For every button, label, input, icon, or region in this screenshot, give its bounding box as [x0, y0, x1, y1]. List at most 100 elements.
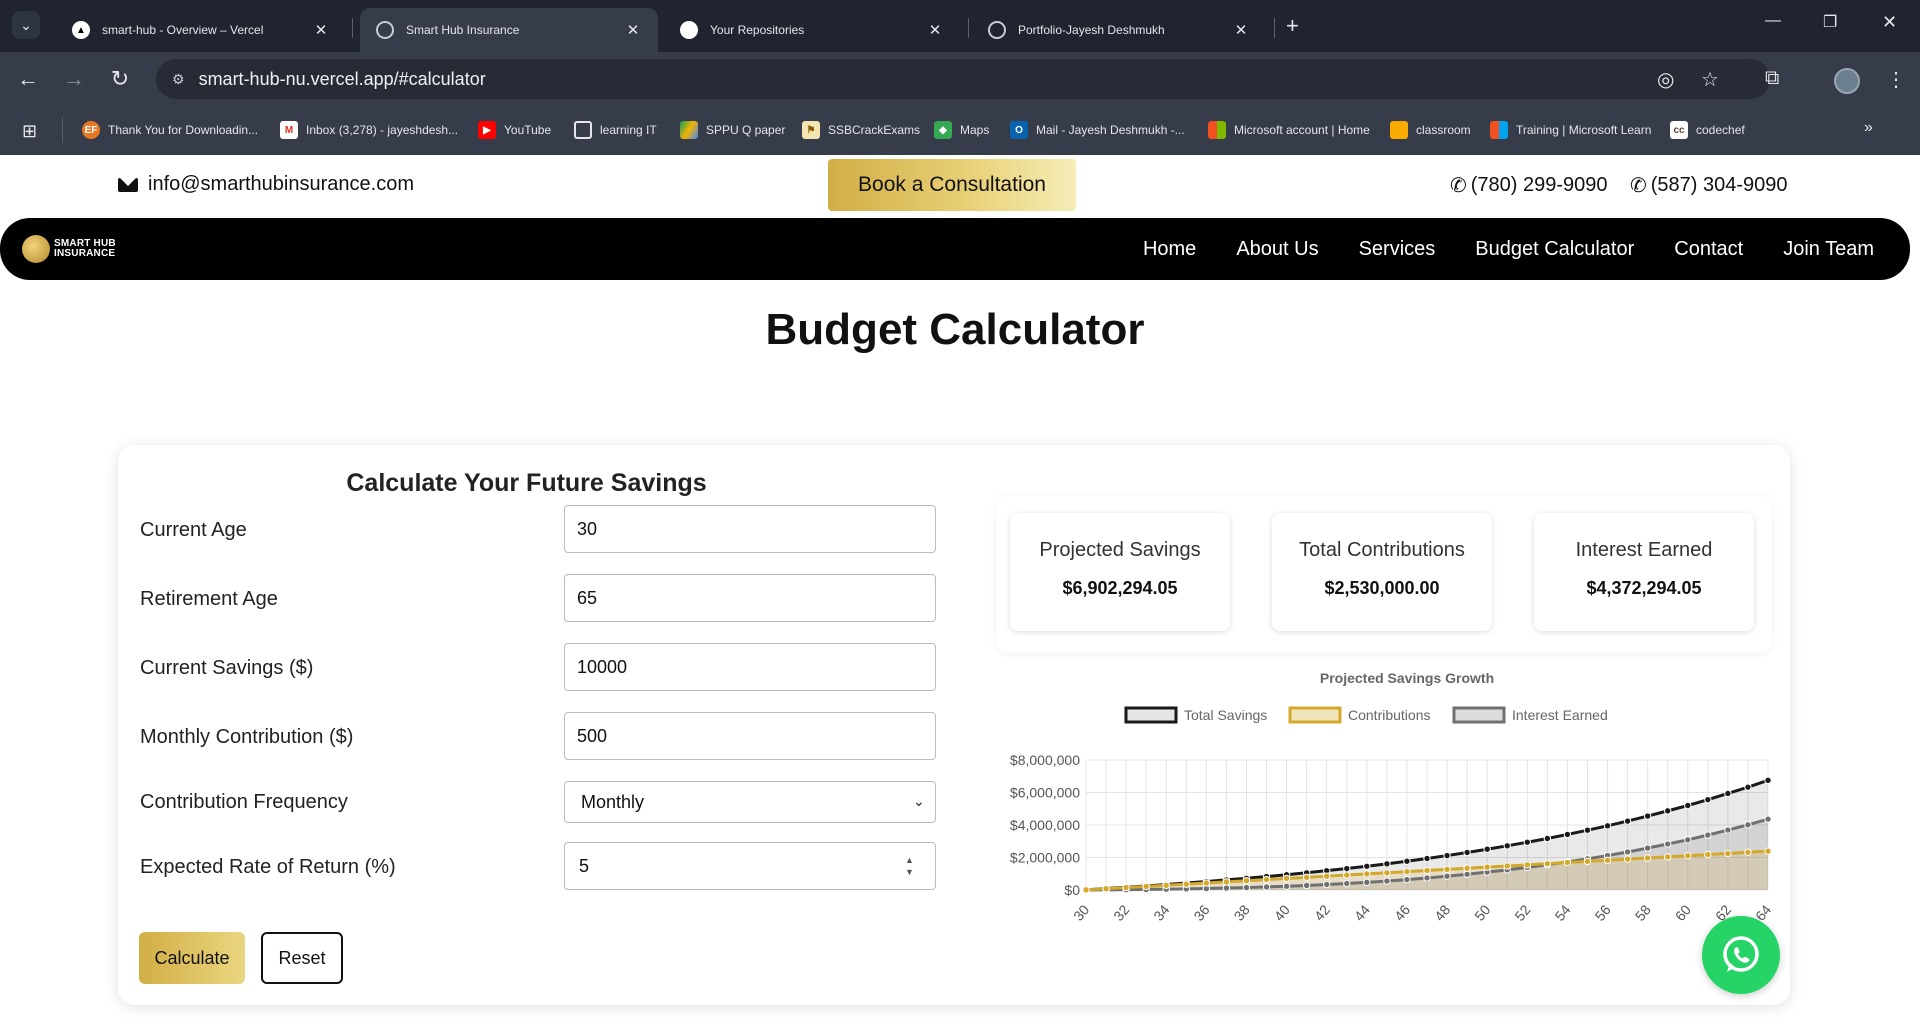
stepper-icon[interactable]: ▲ ▼ — [905, 854, 914, 878]
whatsapp-button[interactable] — [1702, 916, 1780, 994]
apps-icon[interactable]: ⊞ — [22, 121, 37, 142]
bookmark-item[interactable]: ◆ Maps — [934, 121, 989, 139]
data-point — [1343, 864, 1351, 873]
bookmark-item[interactable]: Training | Microsoft Learn — [1490, 121, 1651, 139]
y-tick-label: $0 — [1064, 882, 1080, 898]
menu-icon[interactable]: ⋮ — [1886, 67, 1906, 92]
data-point — [1262, 883, 1271, 891]
legend-label: Total Savings — [1184, 707, 1267, 723]
email-text: info@smarthubinsurance.com — [148, 173, 414, 195]
nav-home[interactable]: Home — [1143, 238, 1196, 261]
rate-of-return-input[interactable] — [564, 842, 936, 890]
close-icon[interactable]: ✕ — [624, 21, 642, 39]
tab-title: Portfolio-Jayesh Deshmukh — [1018, 23, 1165, 37]
chevron-down-icon: ⌄ — [913, 793, 925, 809]
calculate-button[interactable]: Calculate — [139, 932, 245, 984]
retirement-age-input[interactable] — [564, 574, 936, 622]
data-point — [1202, 879, 1211, 887]
eye-off-icon[interactable]: ◎ — [1657, 67, 1674, 92]
new-tab-icon[interactable]: + — [1286, 13, 1299, 39]
data-point — [1122, 883, 1130, 892]
bookmark-item[interactable]: EF Thank You for Downloadin... — [82, 121, 258, 139]
data-point — [1363, 862, 1371, 870]
bookmark-item[interactable]: learning IT — [574, 121, 657, 139]
data-point — [1523, 861, 1531, 869]
legend-swatch — [1124, 706, 1178, 724]
monthly-contribution-input[interactable] — [564, 712, 936, 760]
tab-title: Smart Hub Insurance — [406, 23, 520, 37]
form-title: Calculate Your Future Savings — [346, 469, 707, 497]
minimize-icon[interactable]: — — [1765, 12, 1781, 30]
back-icon[interactable]: ← — [14, 66, 42, 92]
calculator-card: Calculate Your Future Savings Current Ag… — [118, 445, 1790, 1005]
nav-about-us[interactable]: About Us — [1236, 238, 1318, 261]
close-icon[interactable]: ✕ — [312, 21, 330, 39]
nav-services[interactable]: Services — [1359, 238, 1436, 261]
legend-swatch — [1288, 706, 1342, 724]
profile-avatar[interactable] — [1834, 68, 1860, 94]
youtube-icon: ▶ — [478, 121, 496, 139]
bookmark-item[interactable]: classroom — [1390, 121, 1471, 139]
tab-portfolio[interactable]: Portfolio-Jayesh Deshmukh ✕ — [972, 8, 1266, 52]
ssb-icon: ⚑ — [802, 121, 820, 139]
restore-icon[interactable]: ❐ — [1823, 12, 1837, 32]
extensions-icon[interactable]: ⧉ — [1765, 67, 1779, 90]
bookmark-item[interactable]: O Mail - Jayesh Deshmukh -... — [1010, 121, 1185, 139]
globe-icon — [988, 21, 1006, 39]
book-consultation-button[interactable]: Book a Consultation — [828, 159, 1076, 211]
data-point — [1403, 875, 1411, 884]
current-age-input[interactable] — [564, 505, 936, 553]
stat-value: $4,372,294.05 — [1586, 578, 1702, 598]
tab-vercel[interactable]: ▲ smart-hub - Overview – Vercel ✕ — [56, 8, 346, 52]
bookmark-item[interactable]: Microsoft account | Home — [1208, 121, 1370, 139]
data-point — [1764, 847, 1772, 855]
classroom-icon — [1390, 121, 1408, 139]
phone-link-1[interactable]: ✆ (780) 299-9090 — [1450, 173, 1608, 198]
bookmark-item[interactable]: M Inbox (3,278) - jayeshdesh... — [280, 121, 458, 139]
bookmark-item[interactable]: SPPU Q paper — [680, 121, 785, 139]
data-point — [1704, 795, 1712, 804]
data-point — [1623, 848, 1632, 856]
bookmark-item[interactable]: ▶ YouTube — [478, 121, 551, 139]
data-point — [1403, 867, 1411, 876]
results-panel: Projected Savings $6,902,294.05 Total Co… — [996, 495, 1772, 653]
x-tick-label: 32 — [1110, 901, 1132, 923]
x-tick-label: 36 — [1190, 901, 1212, 923]
reload-icon[interactable]: ↻ — [106, 66, 134, 92]
close-icon[interactable]: ✕ — [926, 21, 944, 39]
current-savings-input[interactable] — [564, 643, 936, 691]
projected-savings-card: Projected Savings $6,902,294.05 — [1010, 513, 1230, 631]
contribution-frequency-select[interactable]: Monthly — [564, 781, 936, 823]
tab-smart-hub[interactable]: Smart Hub Insurance ✕ — [360, 8, 658, 52]
bookmark-item[interactable]: cc codechef — [1670, 121, 1745, 139]
reset-button[interactable]: Reset — [261, 932, 343, 984]
star-icon[interactable]: ☆ — [1701, 67, 1719, 92]
nav-join-team[interactable]: Join Team — [1783, 238, 1874, 261]
bookmark-item[interactable]: ⚑ SSBCrackExams — [802, 121, 920, 139]
legend-label: Contributions — [1348, 707, 1431, 723]
nav-contact[interactable]: Contact — [1674, 238, 1743, 261]
folder-icon — [574, 121, 592, 139]
more-bookmarks-icon[interactable]: » — [1864, 119, 1873, 137]
url-field[interactable]: ⚙ smart-hub-nu.vercel.app/#calculator — [156, 59, 1770, 99]
forward-icon[interactable]: → — [60, 66, 88, 92]
tab-github[interactable]: Your Repositories ✕ — [664, 8, 960, 52]
nav-budget-calculator[interactable]: Budget Calculator — [1475, 238, 1634, 261]
window-close-icon[interactable]: ✕ — [1882, 12, 1897, 33]
site-settings-icon[interactable]: ⚙ — [172, 71, 185, 88]
vercel-icon: ▲ — [72, 21, 90, 39]
email-link[interactable]: info@smarthubinsurance.com — [118, 173, 414, 196]
data-point — [1142, 882, 1150, 891]
url-text: smart-hub-nu.vercel.app/#calculator — [198, 68, 486, 89]
data-point — [1363, 878, 1371, 887]
close-icon[interactable]: ✕ — [1232, 21, 1250, 39]
phone-link-2[interactable]: ✆ (587) 304-9090 — [1630, 173, 1788, 198]
logo[interactable]: SMART HUB INSURANCE — [22, 235, 116, 263]
legend-label: Interest Earned — [1512, 707, 1608, 723]
data-point — [1664, 853, 1672, 861]
stat-value: $2,530,000.00 — [1324, 578, 1440, 598]
tab-search-icon[interactable]: ⌄ — [12, 11, 40, 39]
phone-icon: ✆ — [1450, 175, 1467, 197]
data-point — [1704, 850, 1712, 859]
data-point — [1443, 851, 1451, 860]
